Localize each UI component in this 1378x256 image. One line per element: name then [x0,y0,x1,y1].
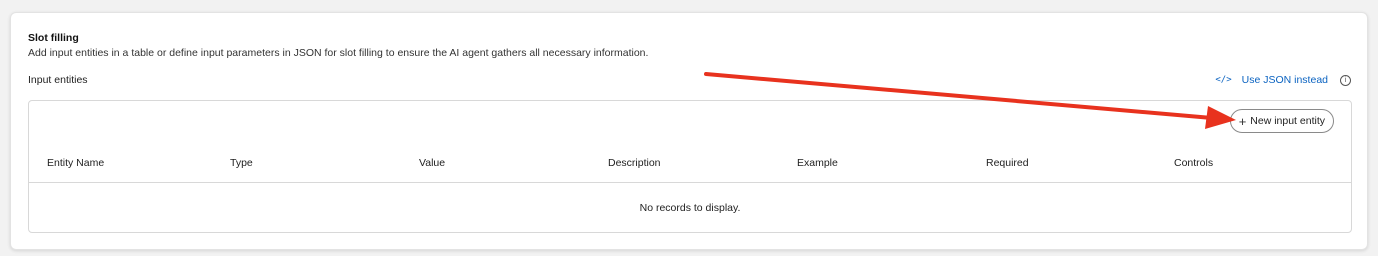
code-icon: </> [1215,75,1232,85]
new-input-entity-button[interactable]: + New input entity [1229,109,1334,133]
table-header-row: Entity Name Type Value Description Examp… [29,146,1351,183]
column-header-description[interactable]: Description [608,157,661,169]
empty-table-message: No records to display. [639,202,741,214]
input-entities-label: Input entities [28,74,88,86]
new-input-entity-label: New input entity [1250,115,1325,127]
section-description: Add input entities in a table or define … [28,47,649,59]
info-icon[interactable]: i [1340,74,1351,86]
section-title: Slot filling [28,32,79,44]
use-json-link[interactable]: </> Use JSON instead i [1215,74,1351,86]
plus-icon: + [1238,113,1247,129]
column-header-controls[interactable]: Controls [1174,157,1213,169]
slot-filling-card: Slot filling Add input entities in a tab… [10,12,1368,250]
column-header-type[interactable]: Type [230,157,253,169]
column-header-value[interactable]: Value [419,157,445,169]
input-entities-table: + New input entity Entity Name Type Valu… [28,100,1352,233]
use-json-label: Use JSON instead [1241,74,1328,86]
column-header-required[interactable]: Required [986,157,1029,169]
column-header-entity-name[interactable]: Entity Name [47,157,104,169]
column-header-example[interactable]: Example [797,157,838,169]
